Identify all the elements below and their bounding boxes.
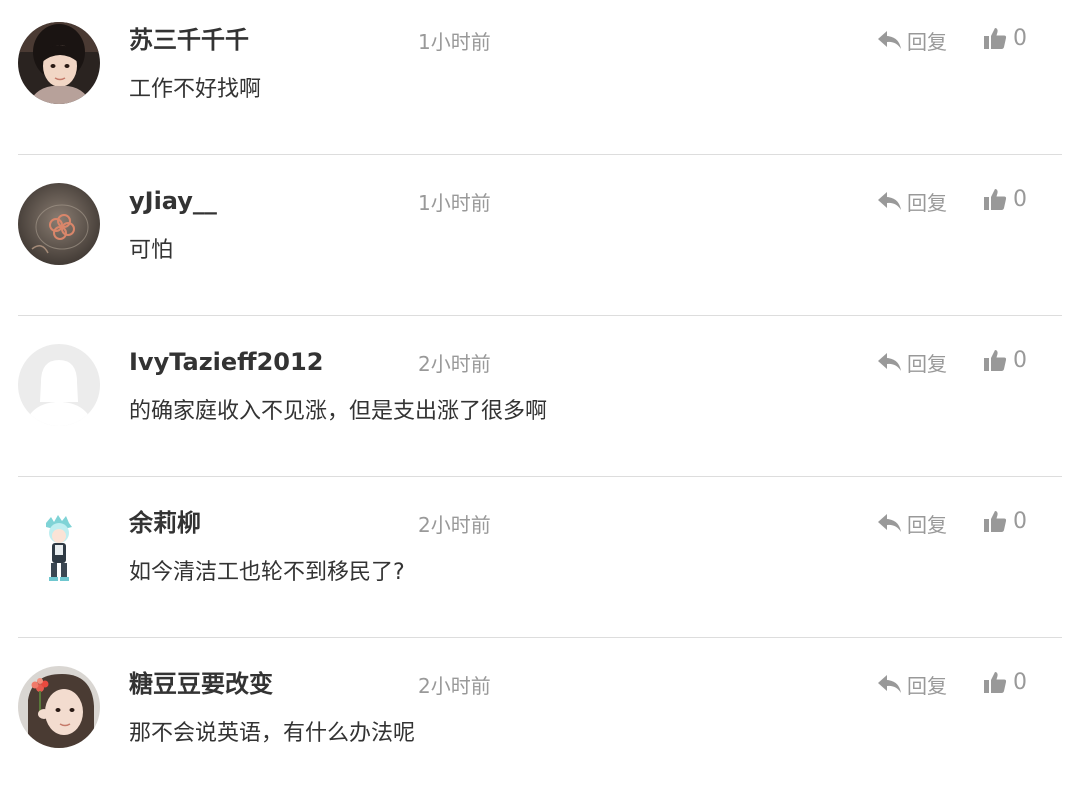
reply-label: 回复 [907, 190, 947, 215]
thumbs-up-icon [984, 350, 1007, 371]
reply-label: 回复 [907, 351, 947, 376]
reply-label: 回复 [907, 512, 947, 537]
comment-time: 2小时前 [418, 513, 491, 537]
like-button[interactable]: 0 [983, 344, 1027, 376]
comment-item: 余莉柳 2小时前 回复 0 如今清洁工也轮不到移民了? [0, 483, 1080, 644]
user-avatar[interactable] [18, 666, 100, 748]
user-avatar[interactable] [18, 22, 100, 104]
reply-arrow-icon [878, 192, 901, 210]
comment-time: 2小时前 [418, 674, 491, 698]
username[interactable]: 苏三千千千 [129, 24, 249, 56]
reply-button[interactable]: 回复 [877, 24, 947, 56]
user-avatar[interactable] [18, 344, 100, 426]
reply-arrow-icon [878, 353, 901, 371]
like-button[interactable]: 0 [983, 666, 1027, 698]
comment-item: IvyTazieff2012 2小时前 回复 0 的确家庭收入不见涨，但是支出涨… [0, 322, 1080, 483]
username[interactable]: IvyTazieff2012 [129, 346, 323, 378]
comment-time: 2小时前 [418, 352, 491, 376]
comment-item: yJiay__ 1小时前 回复 0 可怕 [0, 161, 1080, 322]
like-count: 0 [1013, 347, 1027, 373]
reply-button[interactable]: 回复 [877, 668, 947, 700]
comment-text: 的确家庭收入不见涨，但是支出涨了很多啊 [129, 399, 548, 424]
divider [18, 476, 1062, 477]
comment-text: 可怕 [129, 238, 174, 263]
like-count: 0 [1013, 669, 1027, 695]
avatar-image [18, 22, 100, 104]
user-avatar[interactable] [18, 183, 100, 265]
divider [18, 315, 1062, 316]
reply-arrow-icon [878, 675, 901, 693]
like-count: 0 [1013, 25, 1027, 51]
user-avatar[interactable] [18, 505, 100, 587]
username[interactable]: yJiay__ [129, 185, 217, 217]
username[interactable]: 糖豆豆要改变 [129, 668, 273, 700]
reply-arrow-icon [878, 514, 901, 532]
username[interactable]: 余莉柳 [129, 507, 201, 539]
comment-text: 那不会说英语，有什么办法呢 [129, 721, 416, 746]
reply-label: 回复 [907, 29, 947, 54]
like-button[interactable]: 0 [983, 22, 1027, 54]
avatar-image [18, 183, 100, 265]
divider [18, 637, 1062, 638]
like-count: 0 [1013, 508, 1027, 534]
comment-time: 1小时前 [418, 191, 491, 215]
reply-arrow-icon [878, 31, 901, 49]
like-count: 0 [1013, 186, 1027, 212]
divider [18, 154, 1062, 155]
avatar-image [18, 666, 100, 748]
reply-button[interactable]: 回复 [877, 507, 947, 539]
comment-text: 工作不好找啊 [129, 77, 262, 102]
comment-text: 如今清洁工也轮不到移民了? [129, 560, 405, 585]
comment-item: 糖豆豆要改变 2小时前 回复 0 那不会说英语，有什么办法呢 [0, 644, 1080, 805]
reply-label: 回复 [907, 673, 947, 698]
like-button[interactable]: 0 [983, 183, 1027, 215]
comment-time: 1小时前 [418, 30, 491, 54]
avatar-image [18, 505, 100, 587]
avatar-image [18, 344, 100, 426]
thumbs-up-icon [984, 511, 1007, 532]
thumbs-up-icon [984, 672, 1007, 693]
thumbs-up-icon [984, 189, 1007, 210]
like-button[interactable]: 0 [983, 505, 1027, 537]
reply-button[interactable]: 回复 [877, 185, 947, 217]
thumbs-up-icon [984, 28, 1007, 49]
comment-item: 苏三千千千 1小时前 回复 0 工作不好找啊 [0, 0, 1080, 161]
reply-button[interactable]: 回复 [877, 346, 947, 378]
